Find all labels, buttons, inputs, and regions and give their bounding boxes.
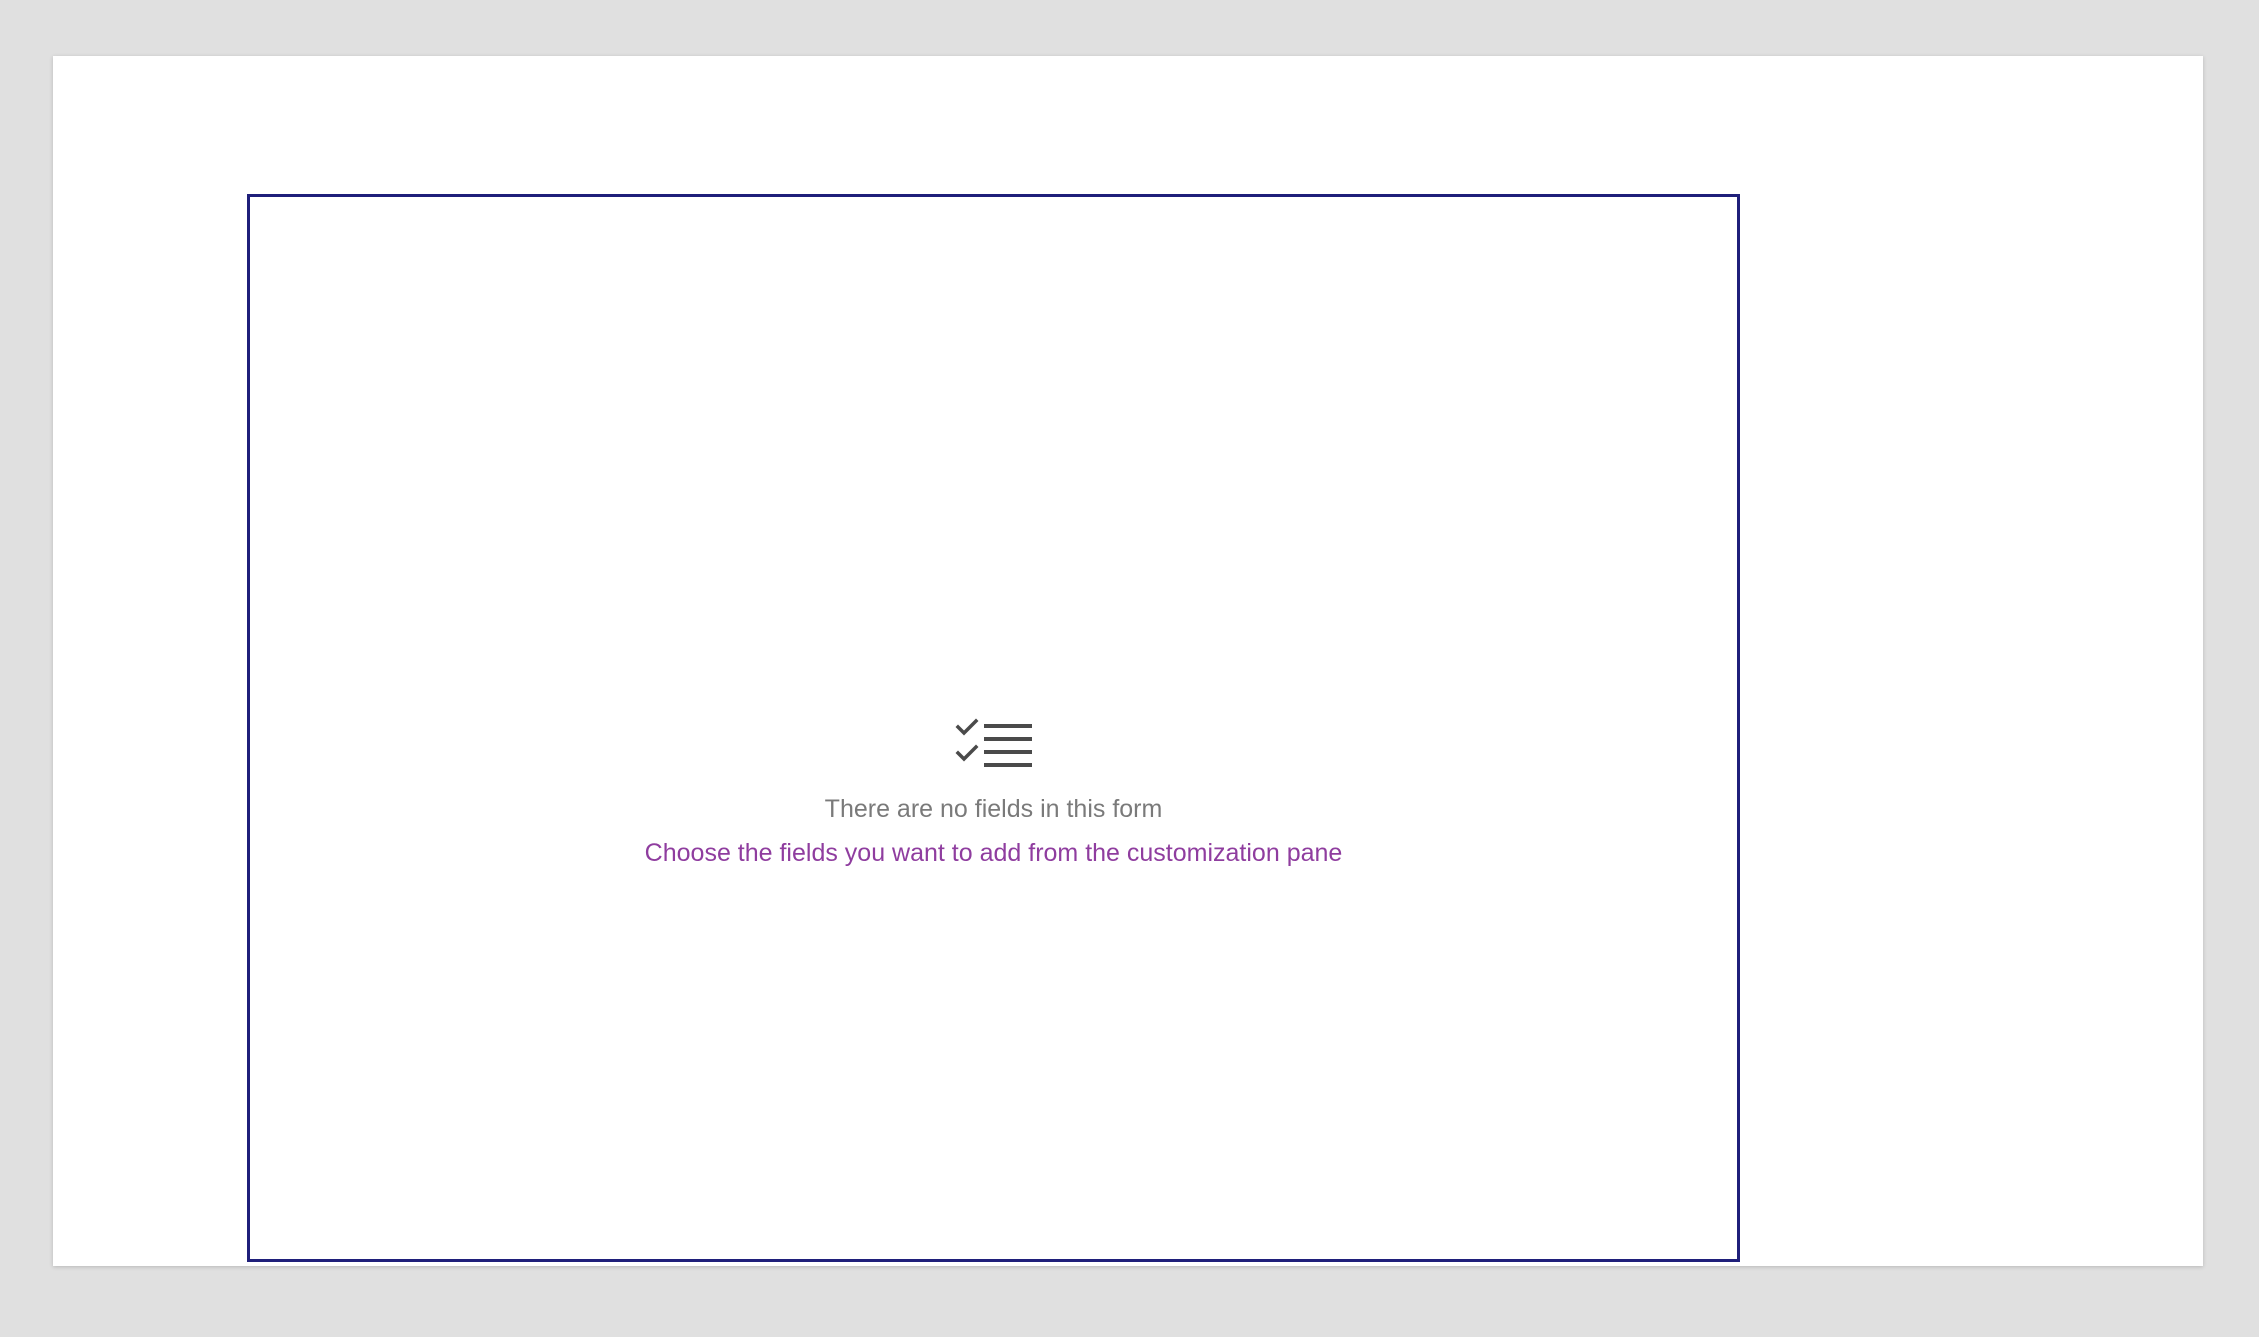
empty-state-title: There are no fields in this form [824, 795, 1163, 823]
empty-state: There are no fields in this form Choose … [250, 717, 1737, 870]
checklist-icon [955, 718, 1032, 767]
form-frame[interactable]: There are no fields in this form Choose … [247, 194, 1740, 1262]
form-canvas: There are no fields in this form Choose … [53, 56, 2203, 1266]
customization-pane-link[interactable]: Choose the fields you want to add from t… [645, 836, 1343, 870]
